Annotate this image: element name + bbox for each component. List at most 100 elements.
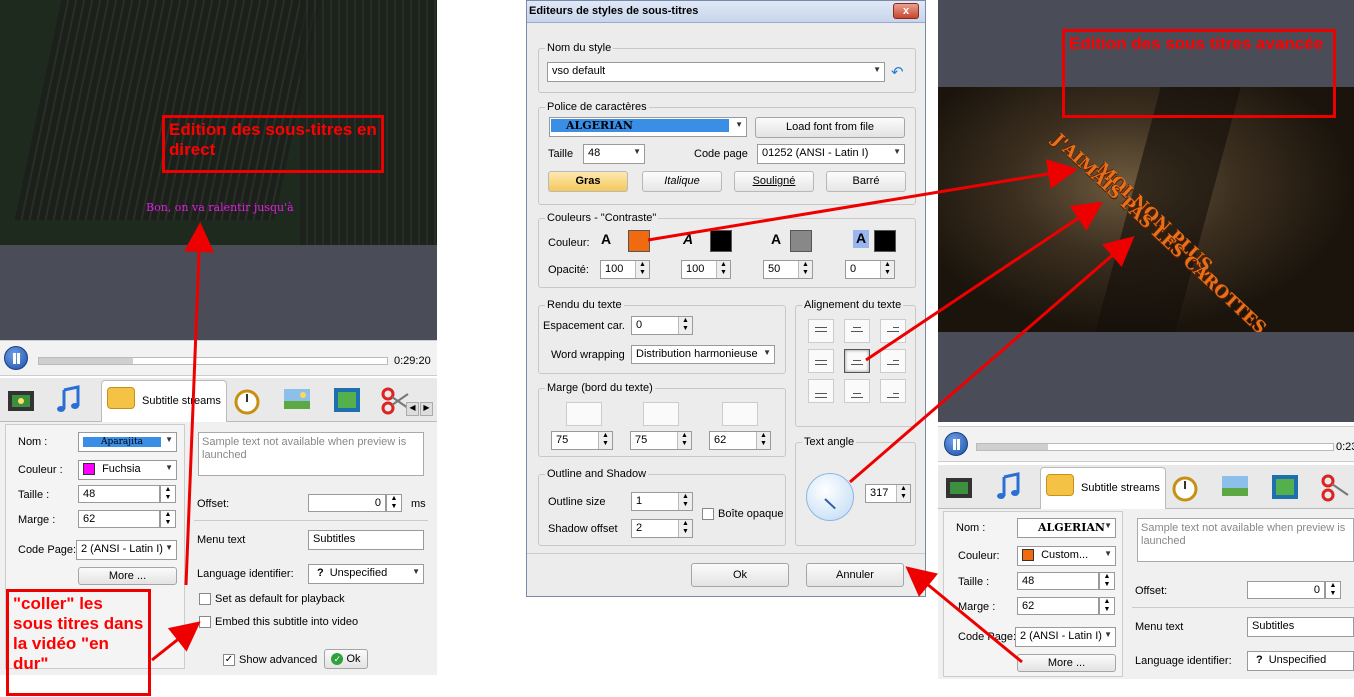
dialog-cancel-button[interactable]: Annuler [806, 563, 904, 587]
size-field[interactable]: 48 [1017, 572, 1099, 590]
stopwatch-icon[interactable] [232, 386, 262, 416]
codepage-label: Code Page: [958, 631, 1017, 643]
close-icon[interactable]: x [893, 3, 919, 19]
color-select[interactable]: Custom... [1017, 546, 1116, 566]
shadow-offset-field[interactable]: 2 ▲ ▼ [631, 519, 693, 538]
image-icon[interactable] [1220, 471, 1250, 501]
left-margin-field[interactable]: 75 ▲ ▼ [551, 431, 613, 450]
outline-color-swatch[interactable] [710, 230, 732, 252]
offset-field[interactable]: 0 [308, 494, 386, 512]
more-button[interactable]: More ... [1017, 654, 1116, 672]
strike-toggle[interactable]: Barré [826, 171, 906, 192]
menu-text-field[interactable]: Subtitles [308, 530, 424, 550]
ok-button[interactable]: ✓ Ok [324, 649, 368, 669]
load-font-button[interactable]: Load font from file [755, 117, 905, 138]
align-bottom-left[interactable] [808, 379, 834, 403]
tab-scroll-right-icon[interactable]: ▶ [420, 402, 433, 416]
opacity-field-3[interactable]: 50 ▲ ▼ [763, 260, 813, 279]
angle-field[interactable]: 317 ▲ ▼ [865, 484, 911, 503]
offset-unit: ms [411, 498, 426, 510]
codepage-select[interactable]: 01252 (ANSI - Latin I) [757, 144, 905, 164]
margin-spinner[interactable]: ▲ ▼ [1099, 597, 1115, 615]
spacing-field[interactable]: 0 ▲ ▼ [631, 316, 693, 335]
word-wrap-select[interactable]: Distribution harmonieuse [631, 345, 775, 364]
margin-spinner[interactable]: ▲ ▼ [160, 510, 176, 528]
opacity-field-2[interactable]: 100 ▲ ▼ [681, 260, 731, 279]
bold-toggle[interactable]: Gras [548, 171, 628, 192]
more-button[interactable]: More ... [78, 567, 177, 585]
tab-subtitle-streams[interactable]: Subtitle streams [101, 380, 227, 422]
style-select[interactable]: vso default [547, 62, 885, 82]
nom-label: Nom : [956, 522, 986, 534]
resize-icon[interactable] [332, 385, 362, 415]
align-bottom-right[interactable] [880, 379, 906, 403]
show-advanced-checkbox[interactable]: ✓ [223, 654, 235, 666]
underline-toggle[interactable]: Souligné [734, 171, 814, 192]
align-middle-right[interactable] [880, 349, 906, 373]
strike-label: Barré [852, 175, 880, 187]
size-spinner[interactable]: ▲ ▼ [1099, 572, 1115, 590]
font-select[interactable]: Aparajita [78, 432, 177, 452]
stopwatch-icon[interactable] [1170, 473, 1200, 503]
align-middle-left[interactable] [808, 349, 834, 373]
angle-dial[interactable] [806, 473, 854, 521]
pause-button[interactable] [944, 432, 968, 456]
italic-toggle[interactable]: Italique [642, 171, 722, 192]
font-select[interactable]: ALGERIAN [1017, 518, 1116, 538]
pause-button[interactable] [4, 346, 28, 370]
margin-value: 62 [83, 513, 96, 525]
codepage-value: 2 (ANSI - Latin I) [1020, 630, 1102, 642]
align-bottom-center[interactable] [844, 379, 870, 403]
align-top-center[interactable] [844, 319, 870, 343]
scissors-icon[interactable] [1320, 473, 1350, 503]
embed-subtitle-checkbox[interactable] [199, 616, 211, 628]
outline-size-field[interactable]: 1 ▲ ▼ [631, 492, 693, 511]
opaque-box-checkbox[interactable] [702, 508, 714, 520]
offset-field[interactable]: 0 [1247, 581, 1325, 599]
language-select[interactable]: ? Unspecified [308, 564, 424, 584]
default-playback-checkbox[interactable] [199, 593, 211, 605]
shadow-color-swatch[interactable] [790, 230, 812, 252]
film-icon[interactable] [6, 386, 36, 416]
right-margin-field[interactable]: 75 ▲ ▼ [630, 431, 692, 450]
language-select[interactable]: ? Unspecified [1247, 651, 1354, 671]
menu-text-field[interactable]: Subtitles [1247, 617, 1354, 637]
resize-icon[interactable] [1270, 472, 1300, 502]
dialog-ok-button[interactable]: Ok [691, 563, 789, 587]
seek-bar[interactable] [976, 443, 1334, 451]
offset-spinner[interactable]: ▲ ▼ [1325, 581, 1341, 599]
angle-value: 317 [870, 487, 889, 499]
music-icon[interactable] [54, 384, 84, 414]
align-top-left[interactable] [808, 319, 834, 343]
opacity-field-4[interactable]: 0 ▲ ▼ [845, 260, 895, 279]
margin-field[interactable]: 62 [1017, 597, 1099, 615]
size-field[interactable]: 48 [78, 485, 160, 503]
size-select[interactable]: 48 [583, 144, 645, 164]
codepage-value: 01252 (ANSI - Latin I) [762, 147, 869, 159]
codepage-select[interactable]: 2 (ANSI - Latin I) [76, 540, 177, 560]
offset-spinner[interactable]: ▲ ▼ [386, 494, 402, 512]
opacity-field-1[interactable]: 100 ▲ ▼ [600, 260, 650, 279]
vertical-margin-field[interactable]: 62 ▲ ▼ [709, 431, 771, 450]
embed-subtitle-label: Embed this subtitle into video [215, 616, 359, 628]
box-a-icon: A [853, 230, 869, 248]
align-middle-center[interactable] [844, 349, 870, 373]
outline-size-label: Outline size [548, 496, 606, 508]
text-color-swatch[interactable] [628, 230, 650, 252]
codepage-select[interactable]: 2 (ANSI - Latin I) [1015, 627, 1116, 647]
tab-scroll-left-icon[interactable]: ◀ [406, 402, 419, 416]
align-top-right[interactable] [880, 319, 906, 343]
text-render-title: Rendu du texte [545, 299, 624, 311]
film-icon[interactable] [944, 473, 974, 503]
color-select[interactable]: Fuchsia [78, 460, 177, 480]
box-color-swatch[interactable] [874, 230, 896, 252]
image-icon[interactable] [282, 384, 312, 414]
music-icon[interactable] [994, 471, 1024, 501]
seek-bar[interactable] [38, 357, 388, 365]
margin-field[interactable]: 62 [78, 510, 160, 528]
divider [1132, 607, 1354, 608]
size-spinner[interactable]: ▲ ▼ [160, 485, 176, 503]
font-select[interactable]: ALGERIAN [549, 117, 747, 137]
revert-icon[interactable]: ↶ [891, 63, 904, 81]
tab-subtitle-streams[interactable]: Subtitle streams [1040, 467, 1166, 509]
